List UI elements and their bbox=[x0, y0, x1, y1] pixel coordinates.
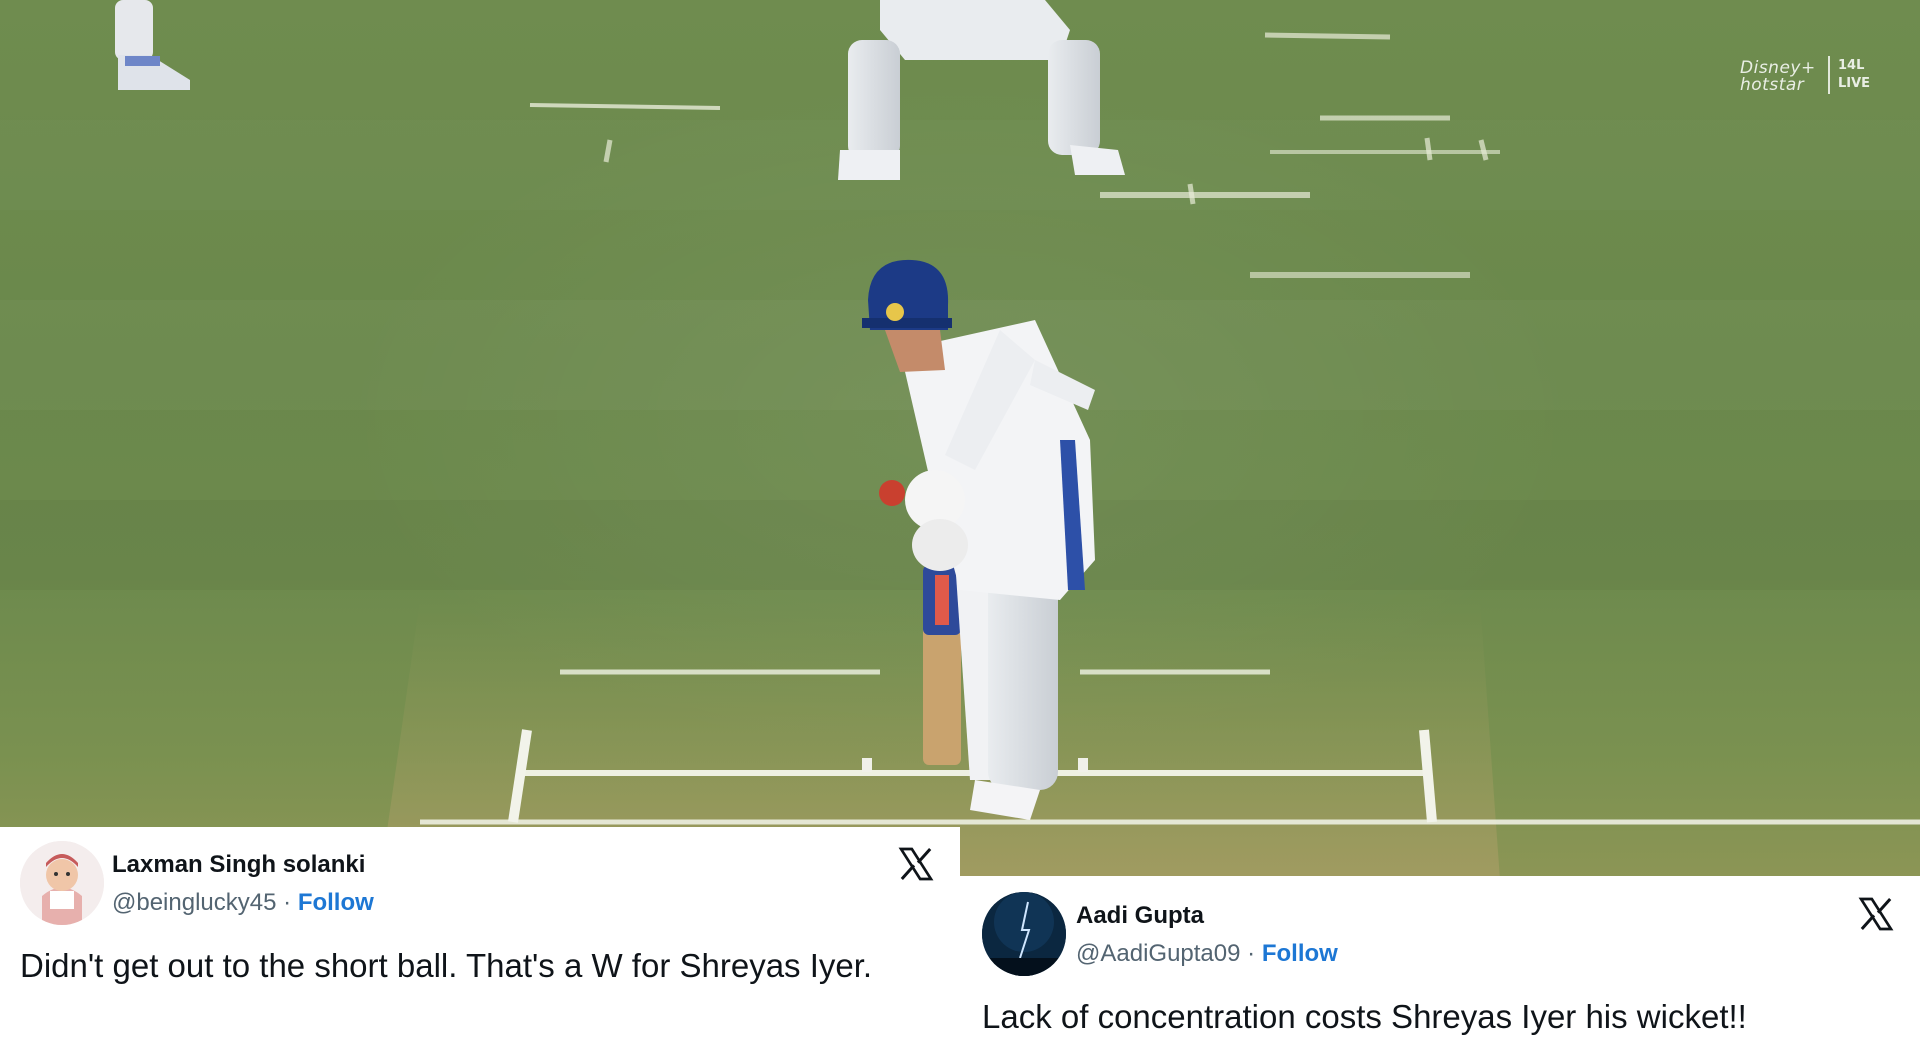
watermark-divider bbox=[1828, 56, 1830, 94]
tweet-card: Laxman Singh solanki @beinglucky45 · Fol… bbox=[0, 827, 960, 1047]
user-illustration-icon bbox=[20, 841, 104, 925]
field-marking bbox=[529, 103, 721, 110]
field-marking bbox=[1424, 137, 1433, 161]
author-name[interactable]: Laxman Singh solanki bbox=[112, 851, 365, 879]
separator-dot: · bbox=[1247, 940, 1262, 967]
tweet-text: Didn't get out to the short ball. That's… bbox=[20, 947, 873, 984]
author-handle[interactable]: @AadiGupta09 bbox=[1076, 940, 1240, 967]
live-label: LIVE bbox=[1838, 76, 1871, 91]
crease-marker bbox=[862, 758, 872, 772]
x-logo-icon[interactable] bbox=[1856, 894, 1896, 934]
author-name[interactable]: Aadi Gupta bbox=[1076, 902, 1204, 930]
tweet-card: Aadi Gupta @AadiGupta09 · Follow Lack of… bbox=[960, 876, 1920, 1047]
author-handle[interactable]: @beinglucky45 bbox=[112, 889, 276, 916]
avatar[interactable] bbox=[20, 841, 104, 925]
night-sky-lightning-icon bbox=[982, 892, 1066, 976]
tweet-text: Lack of concentration costs Shreyas Iyer… bbox=[982, 998, 1747, 1035]
follow-button[interactable]: Follow bbox=[1262, 940, 1338, 967]
x-logo-icon[interactable] bbox=[896, 844, 936, 884]
grass-stripe bbox=[0, 120, 1920, 210]
follow-button[interactable]: Follow bbox=[298, 889, 374, 916]
viewer-count: 14L bbox=[1838, 58, 1865, 73]
crease-marker bbox=[1078, 758, 1088, 772]
broadcaster-watermark: Disney+ hotstar 14L LIVE bbox=[1740, 52, 1880, 102]
separator-dot: · bbox=[283, 889, 298, 916]
field-marking bbox=[1264, 32, 1391, 40]
avatar[interactable] bbox=[982, 892, 1066, 976]
handle-row: @beinglucky45 · Follow bbox=[112, 889, 374, 917]
fielder-legs bbox=[115, 0, 190, 90]
field-marking bbox=[1187, 183, 1196, 205]
handle-row: @AadiGupta09 · Follow bbox=[1076, 940, 1338, 968]
